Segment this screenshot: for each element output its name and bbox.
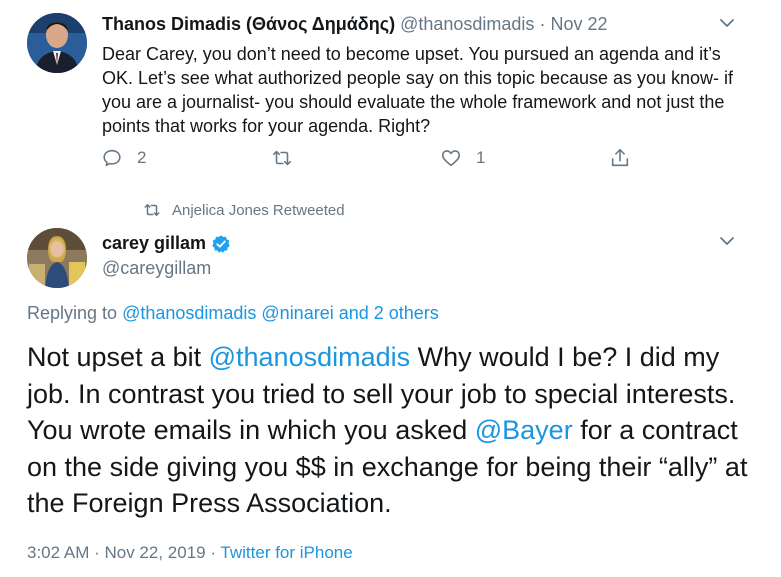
share-button[interactable] [609,147,631,169]
author-name[interactable]: Thanos Dimadis (Θάνος Δημάδης) [102,14,395,34]
tweet-date[interactable]: Nov 22 [550,14,607,34]
author-handle[interactable]: @thanosdimadis [400,14,534,34]
tweet-text: Not upset a bit @thanosdimadis Why would… [27,339,767,522]
tweet-timestamp-row: 3:02 AM · Nov 22, 2019 · Twitter for iPh… [27,543,353,563]
tweet-text: Dear Carey, you don’t need to become ups… [102,44,734,136]
tweet-header: Thanos Dimadis (Θάνος Δημάδης) @thanosdi… [102,14,608,35]
verified-badge-icon [212,234,230,253]
mention-bayer[interactable]: @Bayer [475,415,573,445]
replying-to: Replying to @thanosdimadis @ninarei and … [27,303,439,324]
chevron-down-icon[interactable] [718,232,736,250]
replying-to-users[interactable]: @thanosdimadis @ninarei and 2 others [122,303,439,323]
retweeted-by-context[interactable]: Anjelica Jones Retweeted [143,201,345,219]
separator-dot: · [539,14,546,34]
avatar-thanos[interactable] [27,13,87,73]
tweet-actions: 2 1 [0,147,781,171]
chevron-down-icon[interactable] [718,14,736,32]
like-icon [441,150,461,167]
tweet-source-link[interactable]: Twitter for iPhone [220,543,352,562]
separator-dot: · [205,543,221,562]
author-name-row: carey gillam [102,233,231,254]
replying-to-prefix: Replying to [27,303,123,323]
author-name[interactable]: carey gillam [102,233,206,254]
reply-button[interactable]: 2 [101,147,146,169]
like-button[interactable]: 1 [440,147,485,169]
like-count: 1 [476,148,486,167]
tweet-timestamp[interactable]: 3:02 AM · Nov 22, 2019 [27,543,206,562]
retweet-icon [144,204,160,216]
avatar-carey[interactable] [27,228,87,288]
tweet-thanos[interactable]: Thanos Dimadis (Θάνος Δημάδης) @thanosdi… [0,0,781,200]
reply-count: 2 [137,148,147,167]
retweet-icon [272,150,292,166]
retweet-button[interactable] [271,147,307,169]
author-handle[interactable]: @careygillam [102,258,211,279]
share-icon [611,148,629,167]
retweeted-by-label: Anjelica Jones Retweeted [172,201,345,219]
tweet-text-part: Not upset a bit [27,342,209,372]
reply-icon [103,149,121,167]
mention-thanosdimadis[interactable]: @thanosdimadis [209,342,411,372]
